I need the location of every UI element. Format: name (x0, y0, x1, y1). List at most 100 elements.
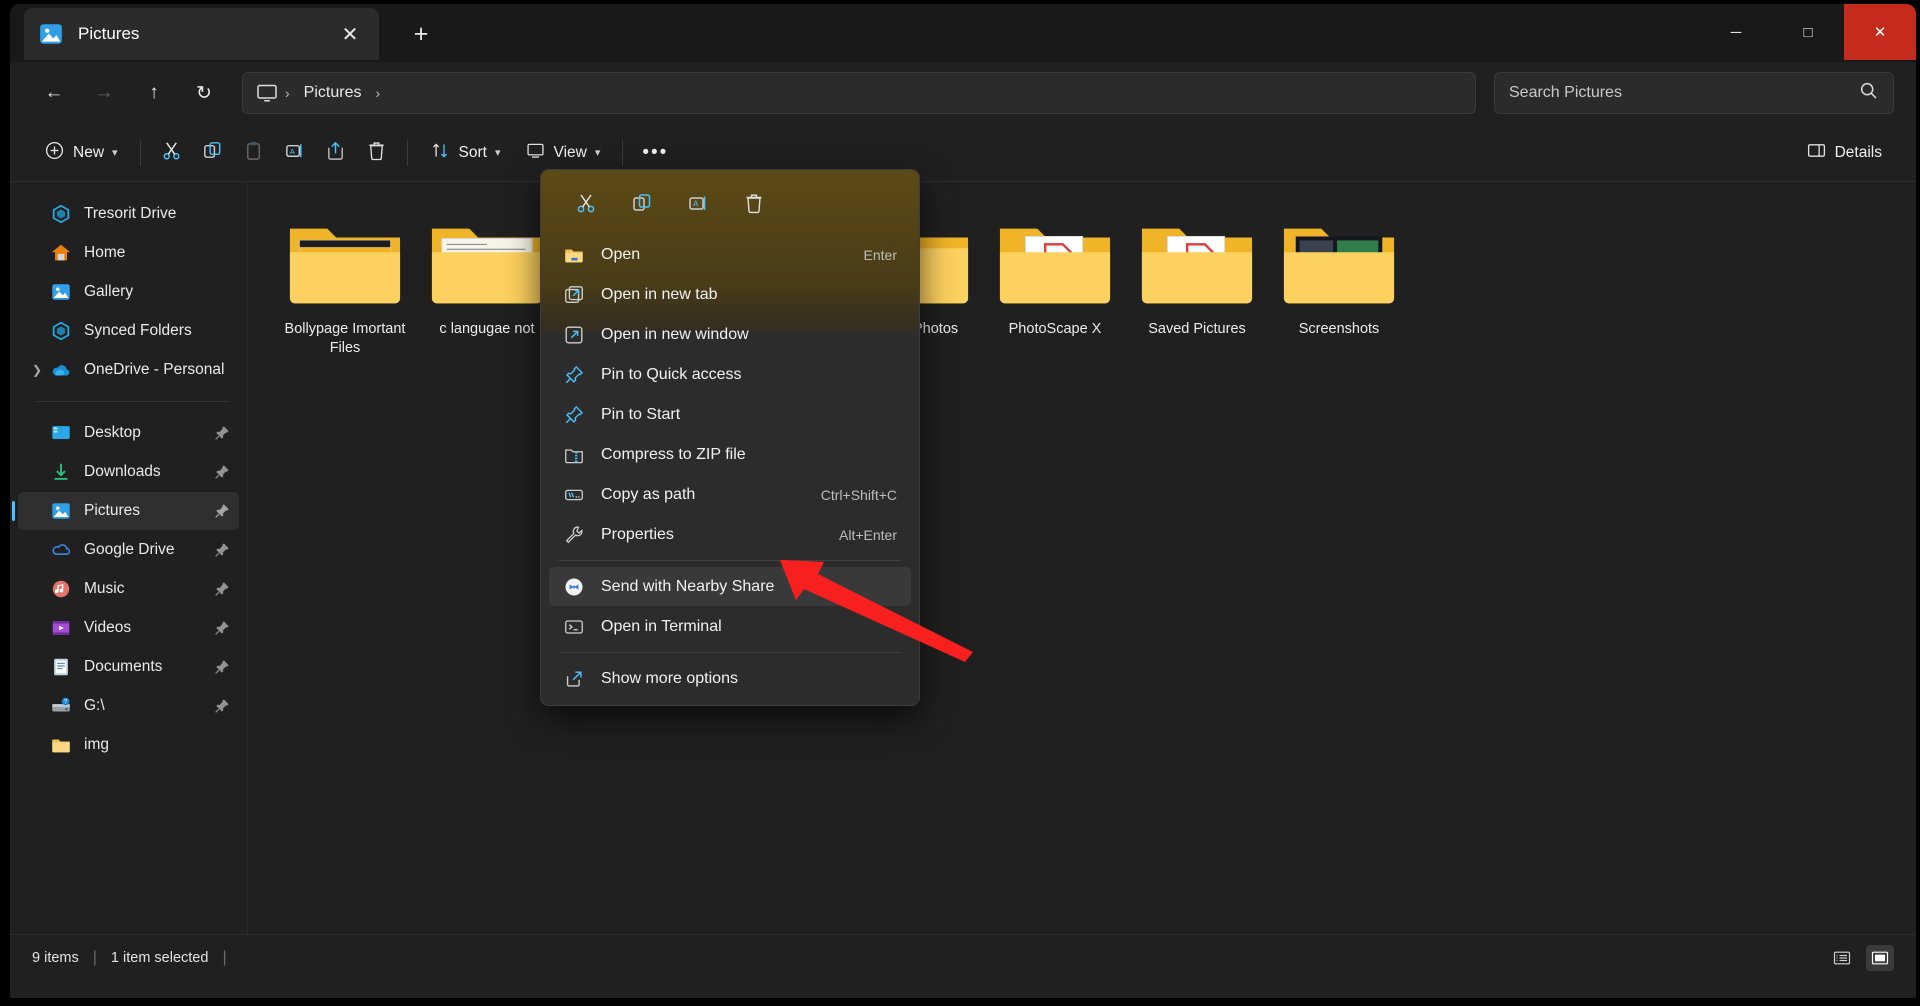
share-button[interactable] (315, 133, 356, 173)
context-menu-item-show-more-options[interactable]: Show more options (549, 659, 911, 698)
up-button[interactable]: ↑ (132, 73, 176, 113)
sidebar-item-music[interactable]: Music (18, 570, 239, 608)
breadcrumb-chevron-2[interactable]: › (371, 85, 384, 101)
context-menu-item-send-with-nearby-share[interactable]: Send with Nearby Share (549, 567, 911, 606)
chevron-down-icon[interactable]: ▾ (595, 146, 601, 159)
pin-icon[interactable] (213, 697, 231, 715)
cut-button[interactable] (151, 133, 192, 173)
chevron-right-icon[interactable]: ❯ (26, 363, 48, 377)
delete-icon (365, 139, 388, 167)
new-tab-button[interactable]: + (402, 16, 440, 52)
sidebar-item-documents[interactable]: Documents (18, 648, 239, 686)
file-item[interactable]: Bollypage Imortant Files (274, 204, 416, 364)
back-button[interactable]: ← (32, 73, 76, 113)
delete-button[interactable] (356, 133, 397, 173)
context-menu-item-properties[interactable]: Properties Alt+Enter (549, 515, 911, 554)
context-menu-item-open-in-new-window[interactable]: Open in new window (549, 315, 911, 354)
sidebar-item-label: Synced Folders (84, 322, 231, 340)
breadcrumb-item-pictures[interactable]: Pictures (294, 80, 372, 106)
chevron-down-icon[interactable]: ▾ (112, 146, 118, 159)
new-button[interactable]: New ▾ (32, 133, 130, 173)
details-label: Details (1835, 144, 1882, 162)
delete-icon[interactable] (735, 186, 773, 220)
paste-button[interactable] (233, 133, 274, 173)
close-icon[interactable]: ✕ (335, 19, 365, 49)
sidebar-item-pictures[interactable]: Pictures (18, 492, 239, 530)
rename-button[interactable]: A (274, 133, 315, 173)
pin-icon[interactable] (213, 619, 231, 637)
svg-text:A: A (289, 146, 295, 155)
selection-count: 1 item selected (111, 950, 209, 966)
forward-button[interactable]: → (82, 73, 126, 113)
search-box[interactable]: Search Pictures (1494, 72, 1894, 114)
breadcrumb[interactable]: › Pictures › (242, 72, 1476, 114)
sidebar-item-desktop[interactable]: Desktop (18, 414, 239, 452)
sidebar-item-drive-g[interactable]: ? G:\ (18, 687, 239, 725)
context-menu-item-copy-as-path[interactable]: Copy as path Ctrl+Shift+C (549, 475, 911, 514)
context-menu-item-open-in-terminal[interactable]: Open in Terminal (549, 607, 911, 646)
navigation-pane: Tresorit Drive Home Gallery (10, 182, 248, 934)
sidebar-item-synced-folders[interactable]: Synced Folders (18, 312, 239, 350)
context-menu-item-compress-to-zip[interactable]: Compress to ZIP file (549, 435, 911, 474)
pin-icon[interactable] (213, 463, 231, 481)
cut-icon[interactable] (567, 186, 605, 220)
file-list-area[interactable]: Bollypage Imortant Files (248, 182, 1916, 934)
context-menu-item-shortcut: Alt+Enter (839, 527, 897, 543)
refresh-button[interactable]: ↻ (182, 73, 226, 113)
rename-icon[interactable]: A (679, 186, 717, 220)
sidebar-item-label: Music (84, 580, 213, 598)
command-bar-right: Details (1794, 133, 1894, 173)
window-close-button[interactable]: ✕ (1844, 4, 1916, 60)
file-item[interactable]: PhotoScape X (984, 204, 1126, 364)
zip-icon (563, 444, 585, 466)
sidebar-item-label: OneDrive - Personal (84, 361, 231, 379)
status-divider: | (222, 949, 226, 967)
file-item-label: PhotoScape X (988, 320, 1122, 339)
context-menu[interactable]: A Open Enter Open in new tab Open in (540, 169, 920, 706)
view-button[interactable]: View ▾ (513, 133, 613, 173)
sidebar-item-google-drive[interactable]: Google Drive (18, 531, 239, 569)
context-menu-item-open[interactable]: Open Enter (549, 235, 911, 274)
search-input[interactable]: Search Pictures (1509, 84, 1858, 102)
file-grid: Bollypage Imortant Files (274, 204, 1916, 364)
file-item[interactable]: c langugae not (416, 204, 558, 364)
tab-pictures[interactable]: Pictures ✕ (24, 8, 379, 60)
sidebar-item-home[interactable]: Home (18, 234, 239, 272)
list-view-icon[interactable] (1828, 945, 1856, 971)
copy-button[interactable] (192, 133, 233, 173)
pin-icon[interactable] (213, 658, 231, 676)
sidebar-item-onedrive-personal[interactable]: ❯ OneDrive - Personal (18, 351, 239, 389)
paste-icon (242, 139, 265, 167)
status-bar: 9 items | 1 item selected | (10, 934, 1916, 980)
details-icon (1806, 140, 1827, 166)
sidebar-item-downloads[interactable]: Downloads (18, 453, 239, 491)
search-icon[interactable] (1858, 80, 1879, 106)
file-item-label: Screenshots (1272, 320, 1406, 339)
sort-button[interactable]: Sort ▾ (418, 133, 513, 173)
context-menu-item-open-in-new-tab[interactable]: Open in new tab (549, 275, 911, 314)
pin-icon[interactable] (213, 541, 231, 559)
more-options-icon (563, 668, 585, 690)
folder-note-thumb (420, 212, 554, 316)
see-more-button[interactable]: ••• (633, 133, 677, 173)
sidebar-item-img[interactable]: img (18, 726, 239, 764)
file-item[interactable]: Saved Pictures (1126, 204, 1268, 364)
sidebar-item-videos[interactable]: Videos (18, 609, 239, 647)
sidebar-item-gallery[interactable]: Gallery (18, 273, 239, 311)
pin-icon[interactable] (213, 424, 231, 442)
file-item[interactable]: Screenshots (1268, 204, 1410, 364)
grid-view-icon[interactable] (1866, 945, 1894, 971)
sidebar-item-label: Videos (84, 619, 213, 637)
downloads-icon (50, 461, 72, 483)
context-menu-item-pin-to-quick-access[interactable]: Pin to Quick access (549, 355, 911, 394)
context-menu-item-pin-to-start[interactable]: Pin to Start (549, 395, 911, 434)
file-explorer-window: Pictures ✕ + ─ □ ✕ ← → ↑ ↻ › Pictures › … (10, 4, 1916, 998)
sidebar-item-tresorit-drive[interactable]: Tresorit Drive (18, 195, 239, 233)
pin-icon[interactable] (213, 502, 231, 520)
copy-icon[interactable] (623, 186, 661, 220)
maximize-button[interactable]: □ (1772, 4, 1844, 60)
details-pane-button[interactable]: Details (1794, 133, 1894, 173)
minimize-button[interactable]: ─ (1700, 4, 1772, 60)
pin-icon[interactable] (213, 580, 231, 598)
chevron-down-icon[interactable]: ▾ (495, 146, 501, 159)
